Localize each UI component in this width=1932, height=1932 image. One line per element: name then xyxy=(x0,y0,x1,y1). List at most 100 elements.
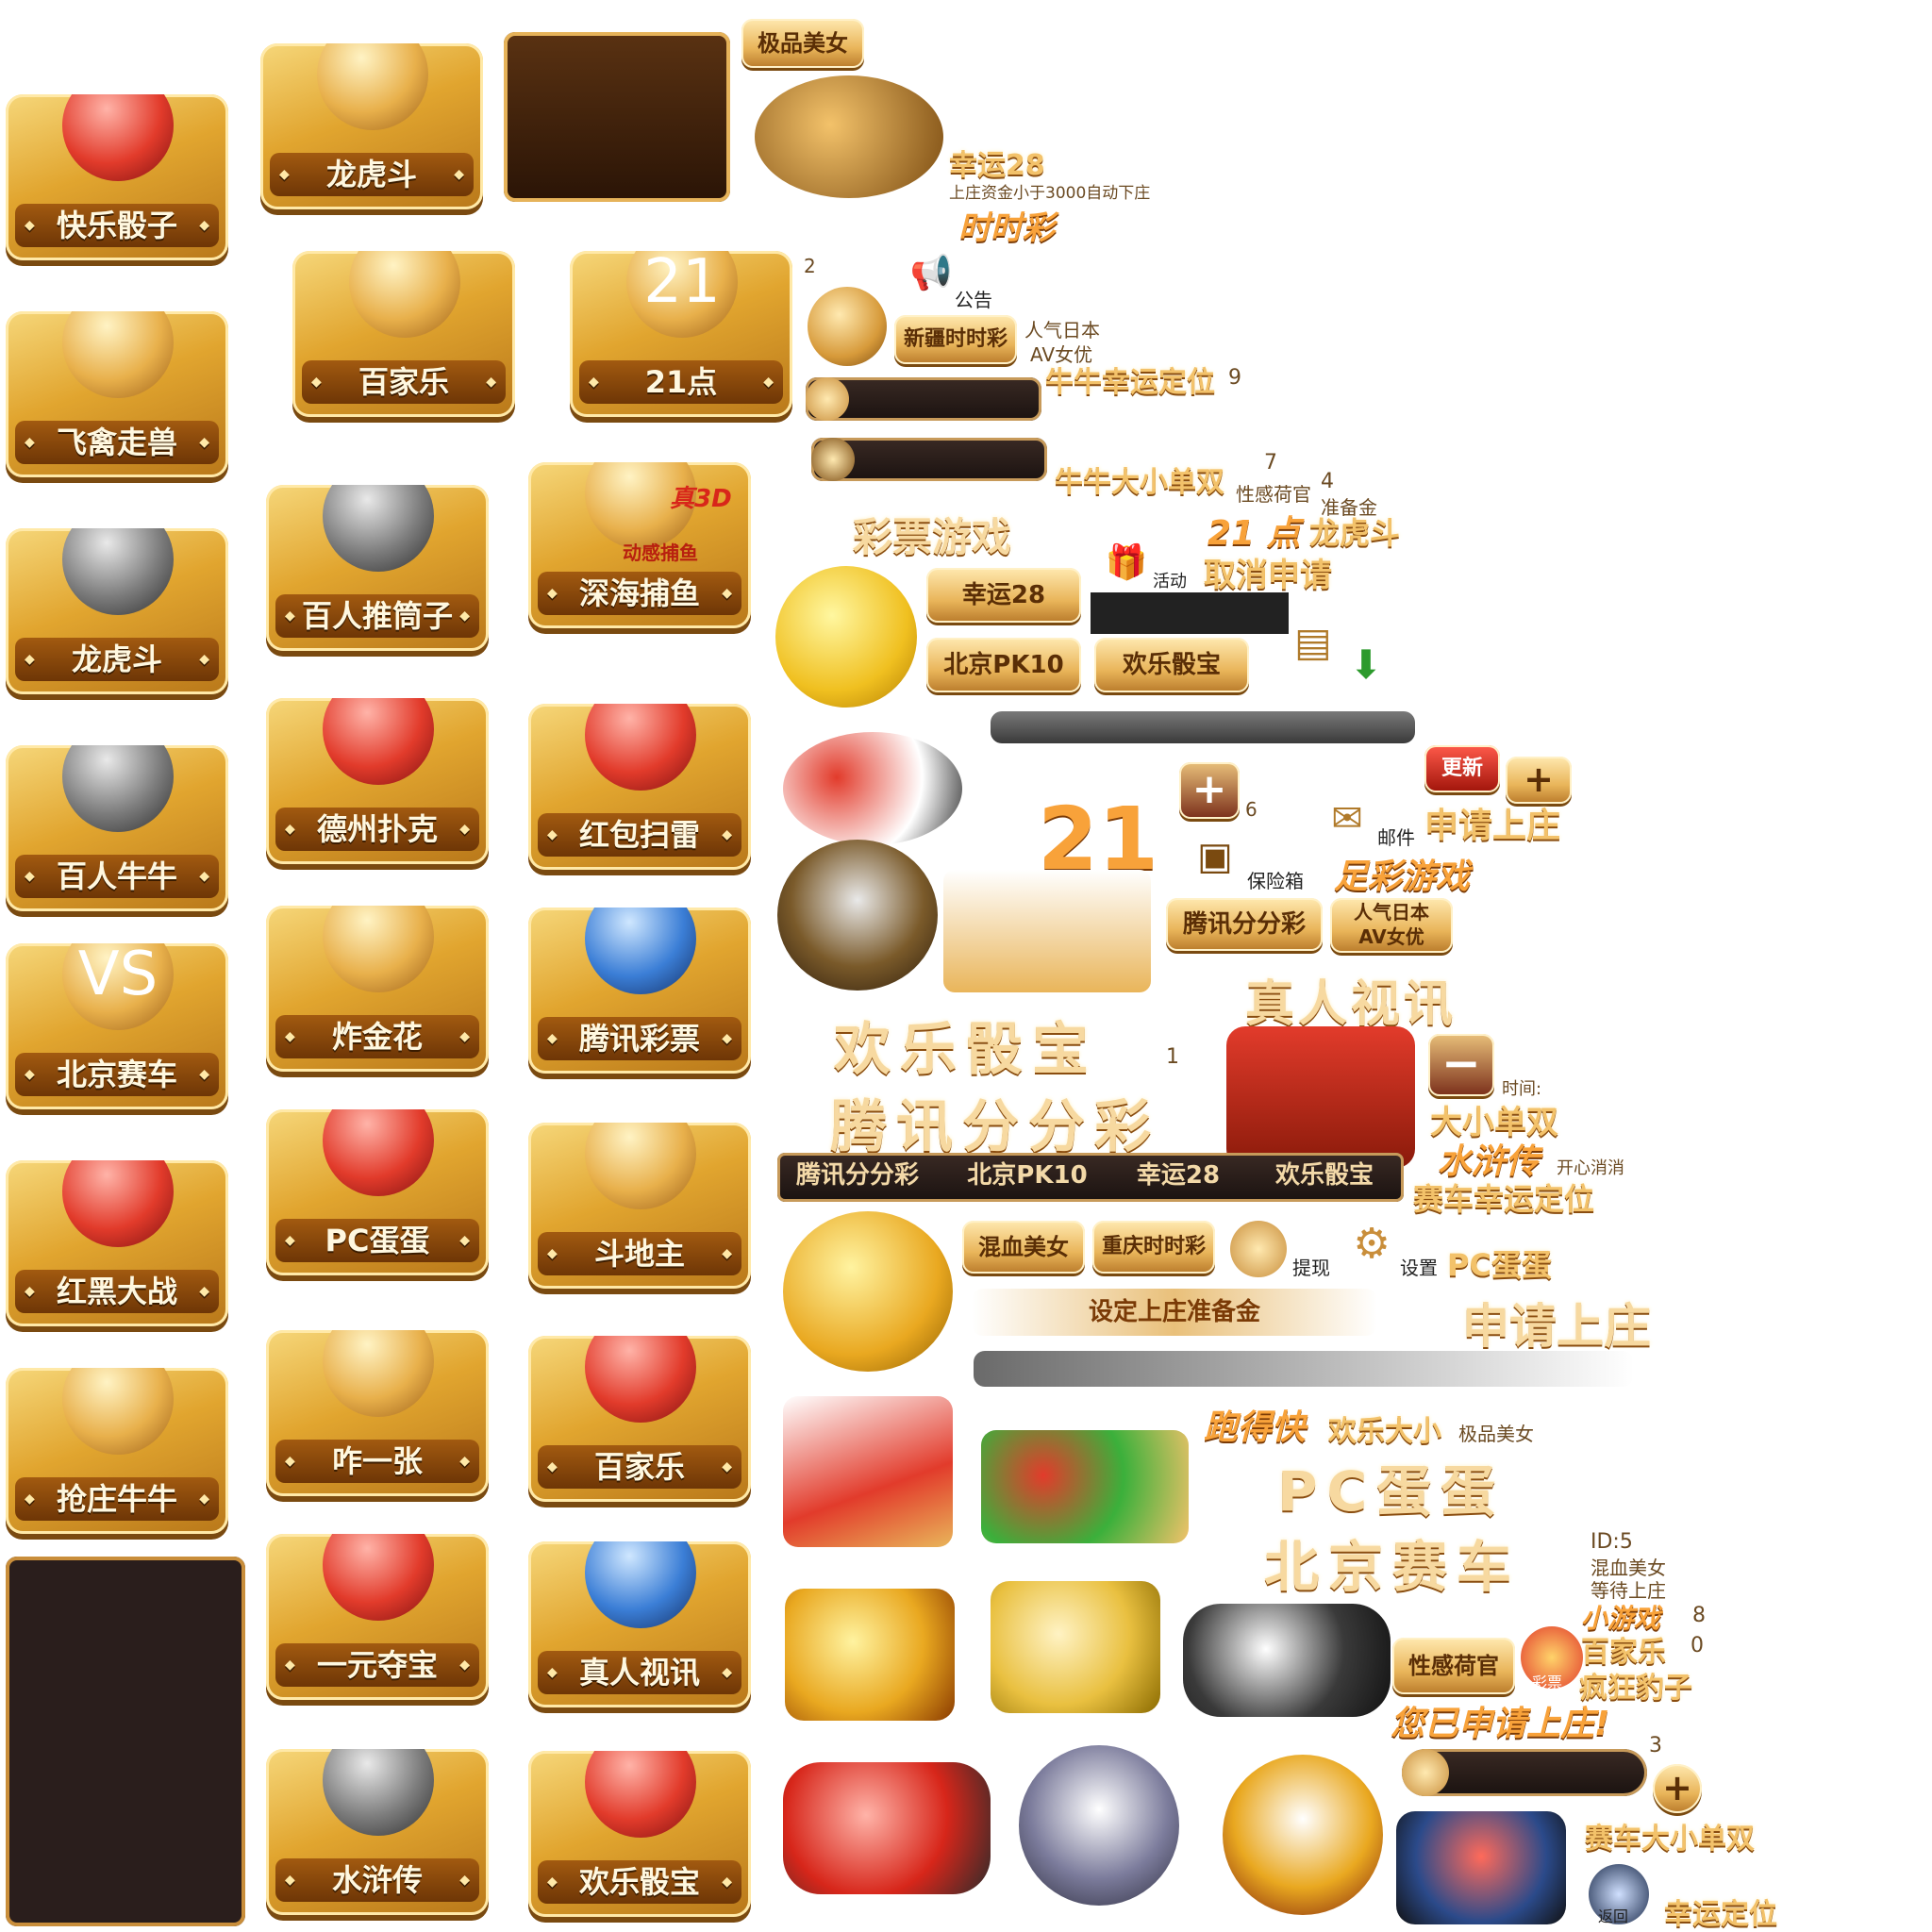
sexy-dealer-button[interactable]: 性感荷官 xyxy=(1392,1638,1515,1694)
set-prepare-label: 设定上庄准备金 xyxy=(1088,1298,1260,1326)
apply-dealer-label[interactable]: 申请上庄 xyxy=(1424,798,1560,847)
withdraw-icon[interactable] xyxy=(1230,1221,1287,1277)
tile-label: 欢乐骰宝 xyxy=(538,1860,741,1904)
game-tile-doudizhu[interactable]: 斗地主 xyxy=(528,1123,751,1289)
game-tile-shuihuzhuan[interactable]: 水浒传 xyxy=(266,1749,489,1915)
live-video-title: 真人视讯 xyxy=(1245,976,1457,1033)
document-icon[interactable]: ▤ xyxy=(1287,615,1340,668)
safe-icon xyxy=(811,438,855,481)
mail-icon[interactable]: ✉ xyxy=(1321,792,1374,845)
add-button[interactable]: + xyxy=(1506,757,1572,804)
applied-label: 您已申请上庄! xyxy=(1391,1705,1610,1743)
game-tile-longhudou[interactable]: 龙虎斗 xyxy=(6,528,228,694)
tile-label: 水浒传 xyxy=(275,1858,479,1902)
minus-button[interactable]: − xyxy=(1428,1034,1494,1096)
game-tile-shenhai-buyu[interactable]: 真3D 动感捕鱼 深海捕鱼 xyxy=(528,462,751,628)
game-tile-baijiale-2[interactable]: 百家乐 xyxy=(528,1336,751,1502)
sports-ball-art xyxy=(783,732,962,845)
joker-card-icon xyxy=(585,1123,696,1209)
game-tile-tengxun-caipiao[interactable]: 腾讯彩票 xyxy=(528,908,751,1074)
tab-hlsb[interactable]: 欢乐骰宝 xyxy=(1249,1153,1400,1198)
brodeo-bull-icon xyxy=(777,840,938,991)
lucky28-button[interactable]: 幸运28 xyxy=(926,568,1081,623)
tile-label: 百家乐 xyxy=(538,1445,741,1489)
game-tile-zhenren-shixun[interactable]: 真人视讯 xyxy=(528,1541,751,1707)
game-tile-zhayizhang[interactable]: 咋一张 xyxy=(266,1330,489,1496)
smiley-icon[interactable] xyxy=(775,566,917,708)
top-beauty-button[interactable]: 极品美女 xyxy=(741,19,864,68)
game-tile-bairen-niuniu[interactable]: 百人牛牛 xyxy=(6,745,228,911)
lottery-game-title: 彩票游戏 xyxy=(853,514,1012,560)
safe-box-icon[interactable]: ▣ xyxy=(1189,830,1241,883)
game-tile-beijing-saiche[interactable]: VS 北京赛车 xyxy=(6,943,228,1109)
gift-icon[interactable]: 🎁 xyxy=(1104,540,1149,585)
tile-label: 真人视讯 xyxy=(538,1651,741,1694)
dice-icon xyxy=(62,94,174,181)
dice-icon xyxy=(585,1751,696,1838)
notice-label: 公告 xyxy=(955,289,992,311)
game-tile-bairen-tuitongzi[interactable]: 百人推筒子 xyxy=(266,485,489,651)
game-tile-huanle-shaibao[interactable]: 欢乐骰宝 xyxy=(528,1751,751,1917)
game-tile-21dian[interactable]: 21 21点 xyxy=(570,251,792,417)
cards-icon xyxy=(323,1330,434,1417)
add-coin-button[interactable]: + xyxy=(1653,1764,1702,1813)
tab-lucky28[interactable]: 幸运28 xyxy=(1108,1153,1249,1198)
real3d-badge: 真3D xyxy=(670,485,732,513)
search-icon[interactable] xyxy=(808,287,887,366)
game-tile-yiyuan-duobao[interactable]: 一元夺宝 xyxy=(266,1534,489,1700)
tile-label: 咋一张 xyxy=(275,1440,479,1483)
longhu-title: 龙虎斗 xyxy=(1309,515,1401,551)
game-tile-baijiale[interactable]: 百家乐 xyxy=(292,251,515,417)
tile-label: 百人推筒子 xyxy=(275,594,479,638)
set-prepare-bar[interactable]: 设定上庄准备金 xyxy=(972,1289,1377,1336)
vs-icon: VS xyxy=(62,943,174,1030)
cq-ssc-button[interactable]: 重庆时时彩 xyxy=(1092,1221,1215,1274)
game-tile-qiangzhuang-niuniu[interactable]: 抢庄牛牛 xyxy=(6,1368,228,1534)
gear-icon[interactable]: ⚙ xyxy=(1345,1217,1398,1270)
tab-tencent[interactable]: 腾讯分分彩 xyxy=(787,1153,928,1198)
tencent-ffc-button[interactable]: 腾讯分分彩 xyxy=(1166,898,1323,951)
hl-big-small-label: 欢乐大小 xyxy=(1328,1415,1441,1448)
game-tile-dezhou-puke[interactable]: 德州扑克 xyxy=(266,698,489,864)
bjpk10-button[interactable]: 北京PK10 xyxy=(926,638,1081,692)
download-arrow-icon[interactable]: ⬇ xyxy=(1340,638,1392,691)
av-button[interactable]: 人气日本 AV女优 xyxy=(1330,898,1453,953)
mix-beauty-button[interactable]: 混血美女 xyxy=(962,1221,1085,1274)
marquee-bar xyxy=(991,711,1415,743)
apply-dealer-title: 申请上庄 xyxy=(1462,1299,1651,1354)
update-badge[interactable]: 更新 xyxy=(1424,745,1500,792)
game-tile-zhajinhua[interactable]: 炸金花 xyxy=(266,906,489,1072)
white-tiger-art xyxy=(1019,1745,1179,1906)
tile-label: 德州扑克 xyxy=(275,808,479,851)
tile-label: 飞禽走兽 xyxy=(15,421,219,464)
tile-label: 一元夺宝 xyxy=(275,1643,479,1687)
hlsb-banner: 欢乐骰宝 xyxy=(834,1017,1098,1083)
game-tile-kuaile-shaizi[interactable]: 快乐骰子 xyxy=(6,94,228,260)
cinema-ticket-art xyxy=(991,1581,1160,1713)
game-tile-honghei-dazhan[interactable]: 红黑大战 xyxy=(6,1160,228,1326)
av-line1: 人气日本 xyxy=(1024,319,1100,341)
game-tile-hongbao-saolei[interactable]: 红包扫雷 xyxy=(528,704,751,870)
megaphone-icon[interactable]: 📢 xyxy=(909,251,953,294)
game-tile-longhudou-2[interactable]: 龙虎斗 xyxy=(260,43,483,209)
tab-bjpk10[interactable]: 北京PK10 xyxy=(957,1153,1098,1198)
game-tile-pc-dandan[interactable]: PC蛋蛋 xyxy=(266,1109,489,1275)
cards-icon xyxy=(585,1336,696,1423)
chip-icon xyxy=(62,1160,174,1247)
num-0: 0 xyxy=(1690,1634,1704,1657)
trophy-icon xyxy=(62,1368,174,1455)
shishicai-title: 时时彩 xyxy=(958,209,1055,247)
bull-icon xyxy=(62,745,174,832)
niuniu-big-small: 牛牛大小单双 xyxy=(1055,466,1224,499)
tile-label: 斗地主 xyxy=(538,1232,741,1275)
sexy-dealer-label: 性感荷官 xyxy=(1236,483,1311,506)
tencent-banner: 腾讯分分彩 xyxy=(830,1094,1160,1160)
xinjiang-ssc-button[interactable]: 新疆时时彩 xyxy=(894,315,1017,364)
plus-button[interactable]: + xyxy=(1179,762,1240,819)
game-tile-feiqin-zoushou[interactable]: 飞禽走兽 xyxy=(6,311,228,477)
hlsb-button[interactable]: 欢乐骰宝 xyxy=(1094,638,1249,692)
red-envelope-icon xyxy=(585,704,696,791)
cancel-apply-label[interactable]: 取消申请 xyxy=(1204,549,1332,595)
dealer-icon xyxy=(349,251,460,338)
tile-label: 炸金花 xyxy=(275,1015,479,1058)
